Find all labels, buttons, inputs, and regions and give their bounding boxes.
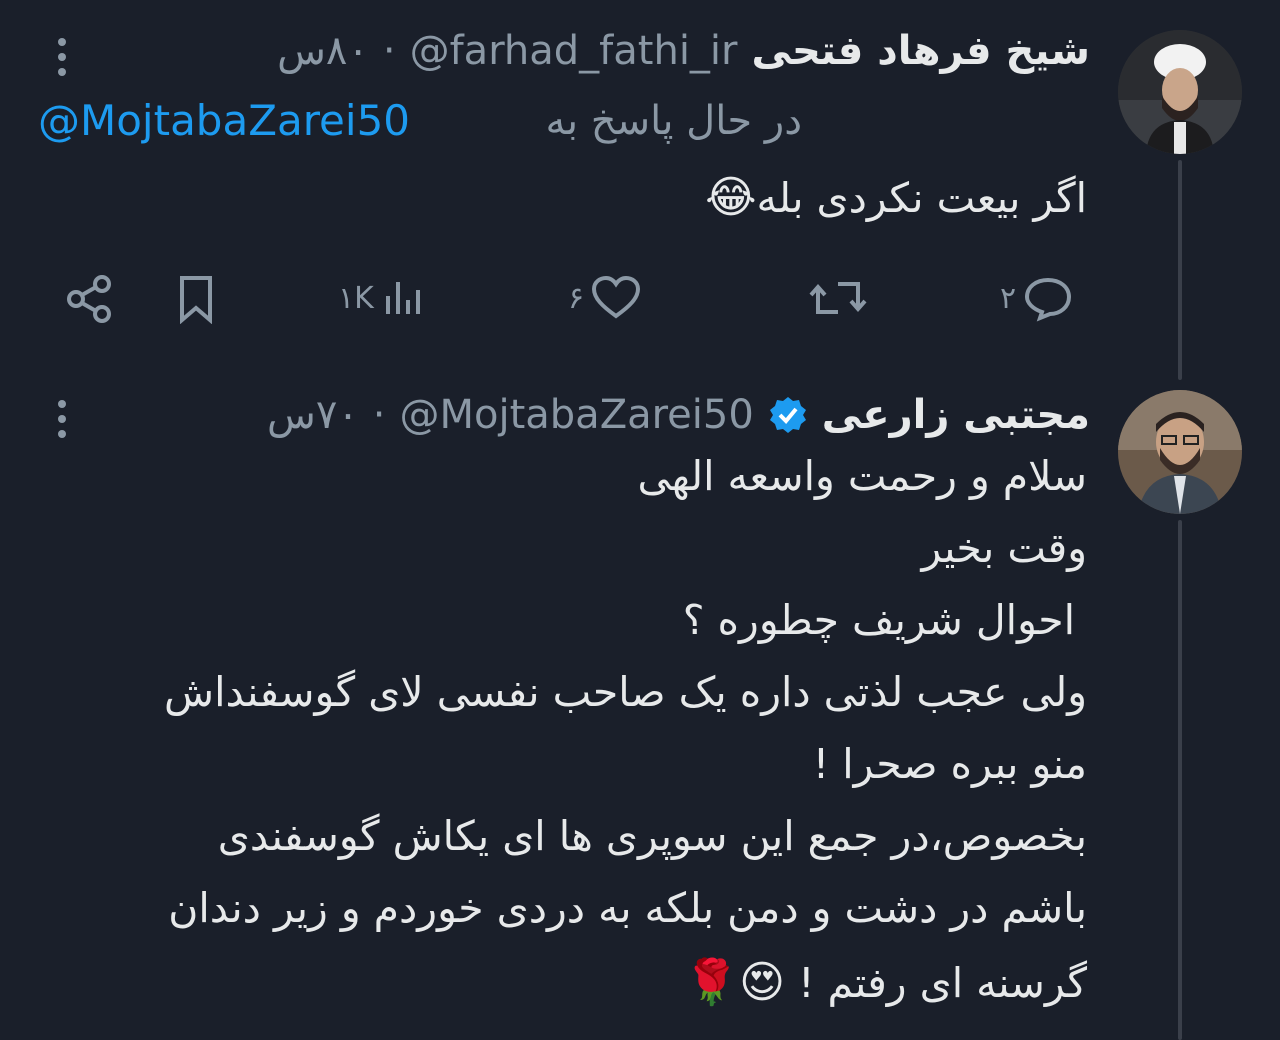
tweet-line: وقت بخیر [921,524,1087,572]
bookmark-button[interactable] [172,274,220,324]
handle[interactable]: @farhad_fathi_ir [410,28,738,74]
heart-icon [592,275,641,319]
avatar-farhad[interactable] [1118,30,1242,154]
tweet-line: بخصوص،در جمع این سوپری ها ای یکاش گوسفند… [217,812,1087,860]
retweet-icon [809,282,867,314]
views-count: ۱K [338,280,374,316]
like-button[interactable]: ۶ [568,274,642,322]
more-options-icon[interactable] [52,38,72,76]
tweet2-header: مجتبی زارعی @MojtabaZarei50 · ۷۰س [267,392,1090,438]
display-name[interactable]: شیخ فرهاد فتحی [751,28,1090,74]
tweet-line: سلام و رحمت واسعه الهی [637,452,1088,500]
reply-button[interactable]: ۲ [1000,274,1074,322]
tweet-line: منو ببره صحرا ! [812,740,1087,788]
verified-badge-icon [769,397,806,433]
tweet1-actions: ۲ ۶ ۱K [0,268,1280,328]
views-button[interactable]: ۱K [338,274,428,322]
separator-dot: · [382,28,396,74]
like-count: ۶ [568,280,585,316]
handle[interactable]: @MojtabaZarei50 [400,392,754,438]
tweet-line: احوال شریف چطوره ؟ [682,596,1075,644]
timestamp[interactable]: ۷۰س [267,392,359,438]
display-name[interactable]: مجتبی زارعی [822,392,1090,438]
tweet-line: ولی عجب لذتی داره یک صاحب نفسی لای گوسفن… [164,668,1087,716]
timestamp[interactable]: ۸۰س [277,28,369,74]
reply-icon [1025,277,1072,322]
tweet-line: گرسنه ای رفتم ! [798,959,1087,1007]
separator-dot: · [372,392,386,438]
avatar-mojtaba[interactable] [1118,390,1242,514]
reply-to-label: در حال پاسخ به [545,98,802,144]
share-button[interactable] [64,274,116,324]
more-options-icon[interactable] [52,400,72,438]
tweet-farhad[interactable]: شیخ فرهاد فتحی @farhad_fathi_ir · ۸۰س در… [0,0,1280,340]
laughing-emoji: 😂 [705,172,757,223]
bookmark-icon [180,276,212,324]
share-icon [67,275,111,323]
tweet-line: باشم در دشت و دمن بلکه به دردی خوردم و ز… [168,884,1087,932]
retweet-button[interactable] [808,274,868,322]
heart-eyes-rose-emoji: 😍🌹 [684,957,786,1008]
tweet-text: اگر بیعت نکردی بله [756,174,1087,222]
reply-to-handle[interactable]: @MojtabaZarei50 [38,96,410,145]
reply-count: ۲ [1000,280,1017,316]
tweet1-header: شیخ فرهاد فتحی @farhad_fathi_ir · ۸۰س [277,28,1090,74]
tweet1-text: اگر بیعت نکردی بله😂 [705,172,1087,223]
tweet-line-last: گرسنه ای رفتم ! 😍🌹 [684,956,1087,1008]
views-icon [385,282,420,314]
tweet-mojtaba[interactable]: مجتبی زارعی @MojtabaZarei50 · ۷۰س سلام و… [0,380,1280,1040]
